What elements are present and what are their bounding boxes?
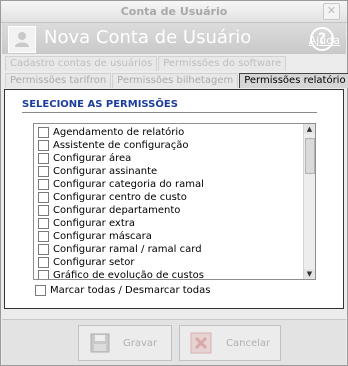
permission-label: Configurar ramal / ramal card (53, 243, 202, 255)
permission-checkbox[interactable] (38, 191, 49, 203)
permission-checkbox[interactable] (38, 126, 49, 138)
permission-label: Configurar setor (53, 256, 135, 268)
scroll-down-icon[interactable]: ▼ (304, 269, 315, 279)
section-divider (22, 112, 317, 113)
permission-checkbox[interactable] (38, 230, 49, 242)
tab-cadastro-contas[interactable]: Cadastro contas de usuários (5, 56, 158, 71)
permission-label: Configurar centro de custo (53, 191, 187, 203)
list-item[interactable]: Configurar extra (38, 216, 135, 230)
permission-label: Configurar departamento (53, 204, 181, 216)
permission-checkbox[interactable] (38, 243, 49, 255)
permission-label: Assistente de configuração (53, 139, 189, 151)
save-button-label: Gravar (123, 338, 158, 349)
mark-all-label: Marcar todas / Desmarcar todas (50, 285, 211, 296)
permission-checkbox[interactable] (38, 152, 49, 164)
permission-checkbox[interactable] (38, 269, 49, 279)
list-item[interactable]: Configurar ramal / ramal card (38, 242, 202, 256)
list-item[interactable]: Configurar categoria do ramal (38, 177, 204, 191)
page-title: Nova Conta de Usuário (44, 27, 252, 48)
list-item[interactable]: Configurar setor (38, 255, 134, 269)
tabs-row-secondary: Permissões tarifron Permissões bilhetage… (5, 73, 348, 88)
permission-checkbox[interactable] (38, 256, 49, 268)
list-item[interactable]: Configurar departamento (38, 203, 180, 217)
permission-label: Configurar máscara (53, 230, 152, 242)
list-item[interactable]: Agendamento de relatório (38, 125, 184, 139)
save-button[interactable]: Gravar (78, 325, 172, 361)
list-item[interactable]: Configurar área (38, 151, 131, 165)
tab-permissoes-relatorio[interactable]: Permissões relatório (239, 73, 348, 88)
list-item[interactable]: Configurar máscara (38, 229, 152, 243)
help-label[interactable]: Ajuda (309, 34, 340, 47)
mark-all-checkbox[interactable] (35, 285, 46, 296)
mark-all-toggle[interactable]: Marcar todas / Desmarcar todas (35, 285, 210, 296)
list-item[interactable]: Configurar assinante (38, 164, 157, 178)
floppy-disk-icon (90, 333, 110, 353)
list-scrollbar[interactable]: ▲ ▼ (303, 124, 315, 279)
permission-label: Gráfico de evolução de custos (53, 269, 204, 280)
scroll-thumb[interactable] (305, 138, 315, 174)
permissions-list[interactable]: Agendamento de relatório Assistente de c… (33, 123, 316, 280)
tab-permissoes-bilhetagem[interactable]: Permissões bilhetagem (112, 73, 239, 88)
permission-label: Configurar extra (53, 217, 136, 229)
title-bar: Conta de Usuário ✕ (1, 1, 347, 23)
permission-checkbox[interactable] (38, 139, 49, 151)
list-item[interactable]: Configurar centro de custo (38, 190, 187, 204)
window-title: Conta de Usuário (120, 5, 228, 18)
tab-permissoes-software[interactable]: Permissões do software (158, 56, 287, 71)
dialog-footer: Gravar Cancelar (2, 319, 346, 365)
permission-label: Configurar área (53, 152, 132, 164)
list-item[interactable]: Gráfico de evolução de custos (38, 268, 204, 280)
user-account-icon (8, 26, 36, 53)
list-item[interactable]: Assistente de configuração (38, 138, 189, 152)
tab-permissoes-tarifron[interactable]: Permissões tarifron (5, 73, 112, 88)
permission-checkbox[interactable] (38, 178, 49, 190)
page-header: Nova Conta de Usuário ? Ajuda (2, 23, 346, 54)
scroll-up-icon[interactable]: ▲ (304, 124, 315, 134)
section-title: SELECIONE AS PERMISSÕES (22, 99, 178, 110)
permission-checkbox[interactable] (38, 217, 49, 229)
cancel-x-icon (190, 332, 212, 354)
tabs-row-primary: Cadastro contas de usuários Permissões d… (5, 56, 287, 71)
permission-label: Configurar assinante (53, 165, 158, 177)
permission-label: Agendamento de relatório (53, 126, 185, 138)
permission-checkbox[interactable] (38, 204, 49, 216)
dialog-window: Conta de Usuário ✕ Nova Conta de Usuário… (0, 0, 348, 366)
cancel-button-label: Cancelar (226, 338, 271, 349)
cancel-button[interactable]: Cancelar (179, 325, 281, 361)
permission-checkbox[interactable] (38, 165, 49, 177)
permission-label: Configurar categoria do ramal (53, 178, 204, 190)
close-icon[interactable]: ✕ (323, 3, 340, 20)
